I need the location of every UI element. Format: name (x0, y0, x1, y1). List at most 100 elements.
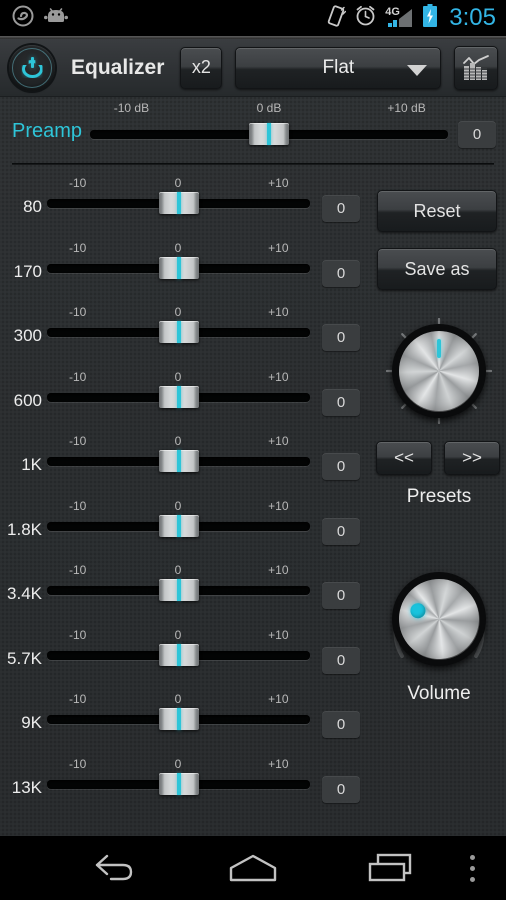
band-slider-thumb[interactable] (158, 450, 199, 472)
presets-knob[interactable] (386, 318, 492, 424)
home-icon (229, 854, 277, 882)
band-slider[interactable] (47, 450, 310, 472)
battery-charging-icon (422, 4, 438, 32)
band-frequency-label: 170 (13, 261, 42, 281)
overflow-menu-icon (469, 854, 475, 860)
band-frequency-label: 5.7K (7, 648, 42, 668)
band-row: -10 0 +10 3.4K 0 (0, 558, 372, 622)
alarm-icon (355, 5, 376, 31)
nav-back-button[interactable] (78, 836, 150, 900)
band-row: -10 0 +10 170 0 (0, 236, 372, 300)
band-slider-thumb[interactable] (158, 643, 199, 666)
save-as-button[interactable]: Save as (377, 248, 497, 290)
band-slider[interactable] (47, 192, 310, 214)
band-value: 0 (322, 195, 360, 222)
band-slider[interactable] (47, 321, 310, 343)
band-scale-min: -10 (69, 305, 87, 319)
band-row: -10 0 +10 1.8K 0 (0, 494, 372, 558)
multiplier-button[interactable]: x2 (180, 46, 223, 89)
band-scale-mid: 0 (174, 176, 182, 190)
band-value: 0 (322, 517, 360, 545)
volume-knob-indicator (407, 600, 429, 622)
band-slider-thumb[interactable] (158, 579, 199, 601)
volume-label: Volume (407, 683, 471, 704)
band-frequency-label: 1.8K (7, 519, 42, 539)
band-value: 0 (322, 646, 360, 674)
preset-dropdown[interactable]: Flat (235, 46, 442, 89)
band-slider[interactable] (47, 708, 310, 730)
spectrum-analyzer-button[interactable] (454, 45, 499, 90)
band-value: 0 (322, 582, 360, 609)
band-row: -10 0 +10 600 0 (0, 365, 372, 429)
band-scale: -10 0 +10 (46, 628, 310, 643)
band-scale-mid: 0 (174, 563, 182, 577)
band-frequency-label: 300 (13, 326, 42, 345)
nav-recents-button[interactable] (356, 836, 428, 900)
band-scale-max: +10 (268, 692, 289, 706)
band-slider-thumb[interactable] (158, 708, 199, 730)
presets-next-button[interactable]: >> (444, 441, 500, 475)
band-scale-mid: 0 (174, 240, 182, 255)
band-scale-mid: 0 (174, 434, 182, 448)
nav-overflow-menu-button[interactable] (452, 836, 492, 900)
band-scale: -10 0 +10 (46, 241, 310, 256)
preamp-value: 0 (458, 121, 496, 148)
nav-home-button[interactable] (217, 836, 289, 900)
band-scale: -10 0 +10 (46, 563, 310, 578)
status-bar-system-icons: 4G 3:05 (326, 4, 506, 32)
preamp-scale: -10 dB 0 dB +10 dB (88, 101, 450, 117)
band-scale-max: +10 (268, 176, 289, 190)
android-robot-icon (44, 7, 68, 30)
chevron-down-icon (407, 64, 428, 76)
power-toggle-button[interactable] (9, 44, 55, 91)
band-row: -10 0 +10 5.7K 0 (0, 623, 372, 687)
band-slider[interactable] (47, 643, 310, 666)
band-slider[interactable] (47, 256, 310, 279)
status-bar-clock: 3:05 (449, 4, 496, 31)
band-row: -10 0 +10 80 0 (0, 171, 372, 235)
band-slider[interactable] (47, 514, 310, 537)
band-slider-thumb[interactable] (158, 321, 199, 343)
band-scale-max: +10 (268, 563, 289, 577)
band-frequency-label: 600 (13, 390, 42, 410)
presets-knob-body[interactable] (392, 324, 486, 418)
preamp-scale-mid: 0 dB (256, 101, 282, 115)
band-slider-thumb[interactable] (158, 772, 199, 795)
band-scale: -10 0 +10 (46, 499, 310, 514)
band-slider[interactable] (47, 385, 310, 408)
band-scale-min: -10 (69, 627, 87, 642)
vibrate-icon (326, 4, 347, 32)
band-slider-thumb[interactable] (158, 192, 199, 214)
spectrum-analyzer-icon (463, 54, 490, 80)
presets-prev-button[interactable]: << (376, 441, 432, 475)
band-frequency-label: 3.4K (7, 584, 42, 603)
app-surface: Equalizer x2 Flat -10 dB 0 dB +10 dB Pre… (0, 39, 506, 836)
band-slider-thumb[interactable] (158, 385, 199, 408)
page-title: Equalizer (71, 55, 165, 79)
band-slider-thumb[interactable] (158, 514, 199, 537)
band-scale-max: +10 (268, 369, 289, 384)
controls-panel: Reset Save as << >> Presets Volume (372, 171, 506, 836)
band-row: -10 0 +10 13K 0 (0, 752, 372, 816)
volume-knob-body[interactable] (382, 562, 496, 676)
band-slider[interactable] (47, 772, 310, 795)
preamp-label: Preamp (12, 120, 83, 142)
band-frequency-label: 80 (23, 197, 42, 216)
recent-apps-icon (368, 853, 412, 882)
reset-button[interactable]: Reset (377, 190, 497, 232)
band-value: 0 (322, 775, 360, 803)
band-scale: -10 0 +10 (46, 305, 310, 320)
band-slider-thumb[interactable] (158, 256, 199, 279)
volume-knob[interactable] (382, 562, 496, 676)
band-scale-mid: 0 (174, 369, 182, 384)
band-slider[interactable] (47, 579, 310, 601)
band-scale-max: +10 (268, 305, 289, 319)
band-scale-mid: 0 (174, 627, 182, 642)
band-scale: -10 0 +10 (46, 176, 310, 191)
preamp-slider-thumb[interactable] (249, 123, 289, 145)
band-frequency-label: 13K (11, 777, 42, 797)
band-scale-min: -10 (69, 498, 87, 513)
app-header: Equalizer x2 Flat (0, 39, 506, 97)
preamp-slider[interactable] (90, 123, 448, 145)
band-row: -10 0 +10 1K 0 (0, 429, 372, 493)
